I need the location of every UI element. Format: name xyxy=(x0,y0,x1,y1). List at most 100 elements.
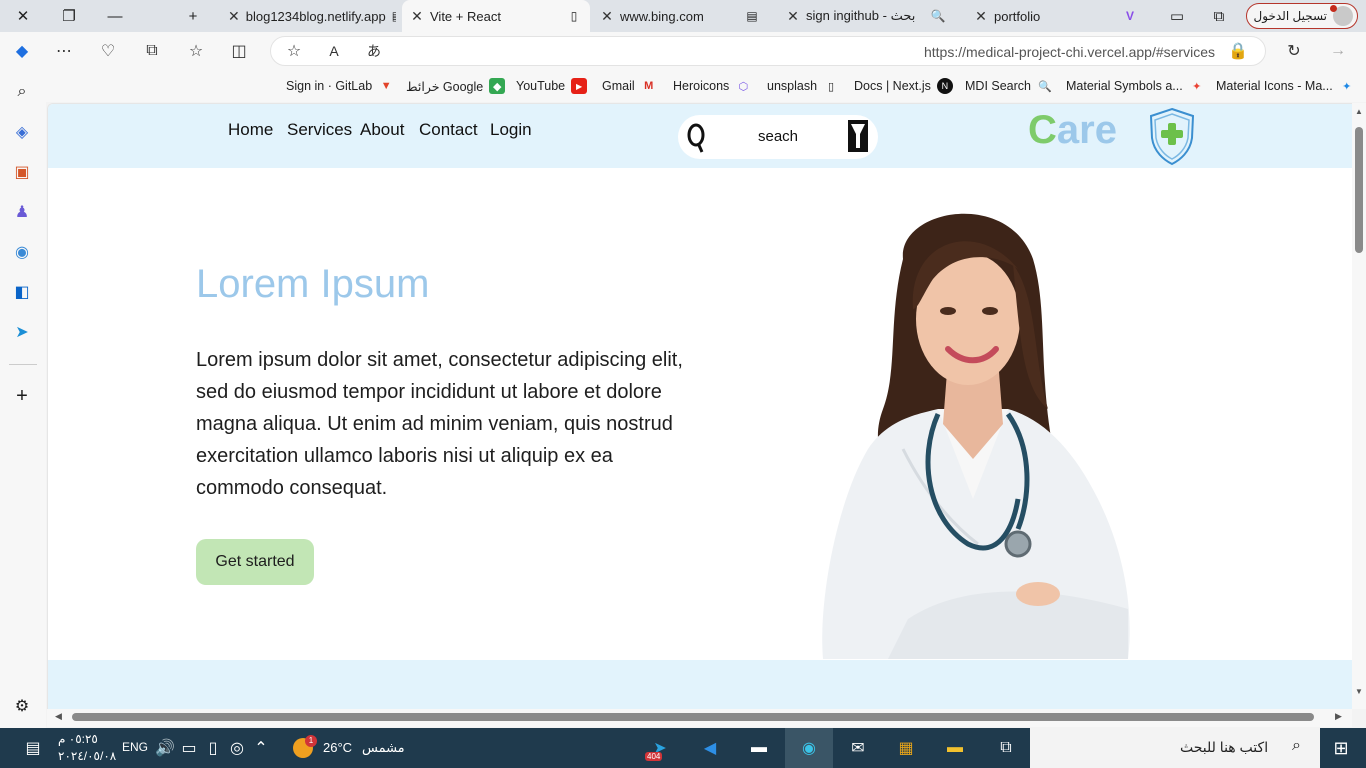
terminal-icon[interactable]: ▬ xyxy=(744,734,774,762)
bookmark-material-icons[interactable]: Material Icons - Ma... ✦ xyxy=(1216,78,1355,94)
toolbar: ◆ ⋯ ♡ ⧉ ☆ ◫ ☆ A あ https://medical-projec… xyxy=(0,32,1366,70)
tab-search[interactable]: ✕ sign ingithub - بحث 🔍 xyxy=(778,0,954,32)
get-started-button[interactable]: Get started xyxy=(196,539,314,585)
tab-title: www.bing.com xyxy=(620,8,704,24)
bookmark-google-maps[interactable]: خرائط Google ◆ xyxy=(406,78,506,94)
split-screen-icon[interactable]: ◫ xyxy=(226,38,252,64)
mail-icon[interactable]: ✉ xyxy=(843,734,873,762)
taskbar-search-placeholder: اكتب هنا للبحث xyxy=(1180,739,1269,755)
telegram-icon[interactable]: ➤ xyxy=(10,320,34,344)
vscode-icon[interactable]: ◀ xyxy=(695,734,725,762)
close-window-icon[interactable]: ✕ xyxy=(0,0,46,32)
bookmark-nextjs[interactable]: Docs | Next.js N xyxy=(854,78,953,94)
horizontal-scroll-thumb[interactable] xyxy=(72,713,1314,721)
office-icon[interactable]: ◉ xyxy=(10,240,34,264)
settings-icon[interactable]: ⚙ xyxy=(10,694,34,718)
edge-icon[interactable]: ◉ xyxy=(794,734,824,762)
scroll-up-icon[interactable]: ▲ xyxy=(1355,107,1363,116)
restore-window-icon[interactable]: ❐ xyxy=(46,0,92,32)
favorites-icon[interactable]: ☆ xyxy=(183,38,209,64)
minimize-window-icon[interactable]: — xyxy=(92,0,138,32)
tab-bing[interactable]: ✕ www.bing.com ▤ xyxy=(592,0,768,32)
heroicons-icon: ⬡ xyxy=(738,80,749,93)
nav-about[interactable]: About xyxy=(360,120,404,140)
bookmark-gitlab[interactable]: Sign in · GitLab ▼ xyxy=(286,78,394,94)
performance-icon[interactable]: ♡ xyxy=(95,38,121,64)
scroll-down-icon[interactable]: ▼ xyxy=(1355,687,1363,696)
toolbox-icon[interactable]: ▣ xyxy=(10,160,34,184)
shield-cross-icon xyxy=(1149,107,1195,166)
tab-blog[interactable]: ✕ blog1234blog.netlify.app ▤ xyxy=(220,0,396,32)
nav-services[interactable]: Services xyxy=(287,120,352,140)
filter-icon[interactable] xyxy=(848,120,868,152)
weather-temp[interactable]: 26°C xyxy=(323,740,352,755)
read-aloud-icon[interactable]: A xyxy=(321,38,347,64)
maps-icon: ◆ xyxy=(489,78,506,94)
windows-start-icon[interactable]: ⊞ xyxy=(1326,734,1356,762)
store-icon[interactable]: ▦ xyxy=(891,734,921,762)
close-tab-icon[interactable]: ✕ xyxy=(974,8,988,25)
bookmark-mdi-search[interactable]: MDI Search 🔍 xyxy=(965,78,1053,94)
lock-icon[interactable]: 🔒 xyxy=(1225,38,1251,64)
scroll-left-icon[interactable]: ◀ xyxy=(55,711,62,722)
clock-date[interactable]: ٢٠٢٤/٠٥/٠٨ xyxy=(58,749,116,763)
horizontal-scrollbar[interactable]: ◀ ▶ xyxy=(47,709,1352,727)
page-icon: ▯ xyxy=(828,80,835,93)
taskbar-search[interactable]: اكتب هنا للبحث ⌕ xyxy=(1030,728,1320,768)
vertical-scroll-thumb[interactable] xyxy=(1355,127,1363,253)
material-icon: ✦ xyxy=(1342,80,1352,93)
tag-icon[interactable]: ◈ xyxy=(10,120,34,144)
tab-actions-icon[interactable]: ▭ xyxy=(1154,0,1200,32)
new-tab-icon[interactable]: + xyxy=(170,0,216,32)
close-tab-icon[interactable]: ✕ xyxy=(786,8,800,25)
tab-strip: ✕ ❐ — + ✕ blog1234blog.netlify.app ▤ ✕ V… xyxy=(0,0,1366,32)
task-view-icon[interactable]: ⧉ xyxy=(991,734,1021,762)
clock-time[interactable]: ٠٥:٢٥ م xyxy=(58,732,98,746)
add-icon[interactable]: + xyxy=(10,384,34,408)
outlook-icon[interactable]: ◧ xyxy=(10,280,34,304)
close-tab-icon[interactable]: ✕ xyxy=(600,8,614,25)
show-hidden-icons-icon[interactable]: ⌃ xyxy=(246,734,276,762)
web-viewport: Home Services About Contact Login seach … xyxy=(47,103,1352,709)
games-icon[interactable]: ♟ xyxy=(10,200,34,224)
bookmark-heroicons[interactable]: Heroicons ⬡ xyxy=(673,78,751,94)
file-explorer-icon[interactable]: ▬ xyxy=(940,734,970,762)
sign-in-button[interactable]: تسجيل الدخول xyxy=(1246,3,1358,29)
favorite-star-icon[interactable]: ☆ xyxy=(281,38,307,64)
gitlab-icon: ▼ xyxy=(380,80,392,92)
bookmark-youtube[interactable]: YouTube ▶ xyxy=(516,78,588,94)
search-icon[interactable]: ⌕ xyxy=(10,80,34,104)
notifications-icon[interactable]: ▤ xyxy=(18,734,48,762)
forward-icon[interactable]: → xyxy=(1325,38,1351,64)
weather-condition[interactable]: مشمس xyxy=(362,740,405,756)
search-input[interactable]: seach xyxy=(758,128,798,145)
nav-home[interactable]: Home xyxy=(228,120,273,140)
nav-login[interactable]: Login xyxy=(490,120,532,140)
tab-portfolio[interactable]: ✕ portfolio V xyxy=(966,0,1146,32)
sign-in-label: تسجيل الدخول xyxy=(1253,9,1327,23)
site-search-box[interactable]: seach xyxy=(678,115,878,159)
nav-contact[interactable]: Contact xyxy=(419,120,478,140)
address-bar[interactable]: ☆ A あ https://medical-project-chi.vercel… xyxy=(270,36,1266,66)
bookmark-unsplash[interactable]: unsplash ▯ xyxy=(767,78,839,94)
collections-icon[interactable]: ⧉ xyxy=(139,38,165,64)
close-tab-icon[interactable]: ✕ xyxy=(228,8,240,25)
more-icon[interactable]: ⋯ xyxy=(51,38,77,64)
translate-icon[interactable]: あ xyxy=(361,38,387,64)
workspaces-icon[interactable]: ⧉ xyxy=(1196,0,1242,32)
close-tab-icon[interactable]: ✕ xyxy=(410,8,424,25)
edge-sidebar: ⌕ ◈ ▣ ♟ ◉ ◧ ➤ + ⚙ xyxy=(0,70,46,728)
bookmark-label: unsplash xyxy=(767,79,818,93)
search-icon[interactable] xyxy=(686,123,706,153)
language-indicator[interactable]: ENG xyxy=(122,740,148,754)
bookmark-label: Material Icons - Ma... xyxy=(1216,79,1333,93)
services-section-band xyxy=(48,660,1352,709)
refresh-icon[interactable]: ↻ xyxy=(1281,38,1307,64)
scroll-right-icon[interactable]: ▶ xyxy=(1335,711,1342,722)
tab-vite-react[interactable]: ✕ Vite + React ▯ xyxy=(402,0,590,32)
bookmark-material-symbols[interactable]: Material Symbols a... ✦ xyxy=(1066,78,1205,94)
copilot-icon[interactable]: ◆ xyxy=(9,38,35,64)
bookmark-label: Heroicons xyxy=(673,79,730,93)
vertical-scrollbar[interactable]: ▲ ▼ xyxy=(1352,103,1366,709)
bookmark-gmail[interactable]: Gmail M xyxy=(602,78,657,94)
